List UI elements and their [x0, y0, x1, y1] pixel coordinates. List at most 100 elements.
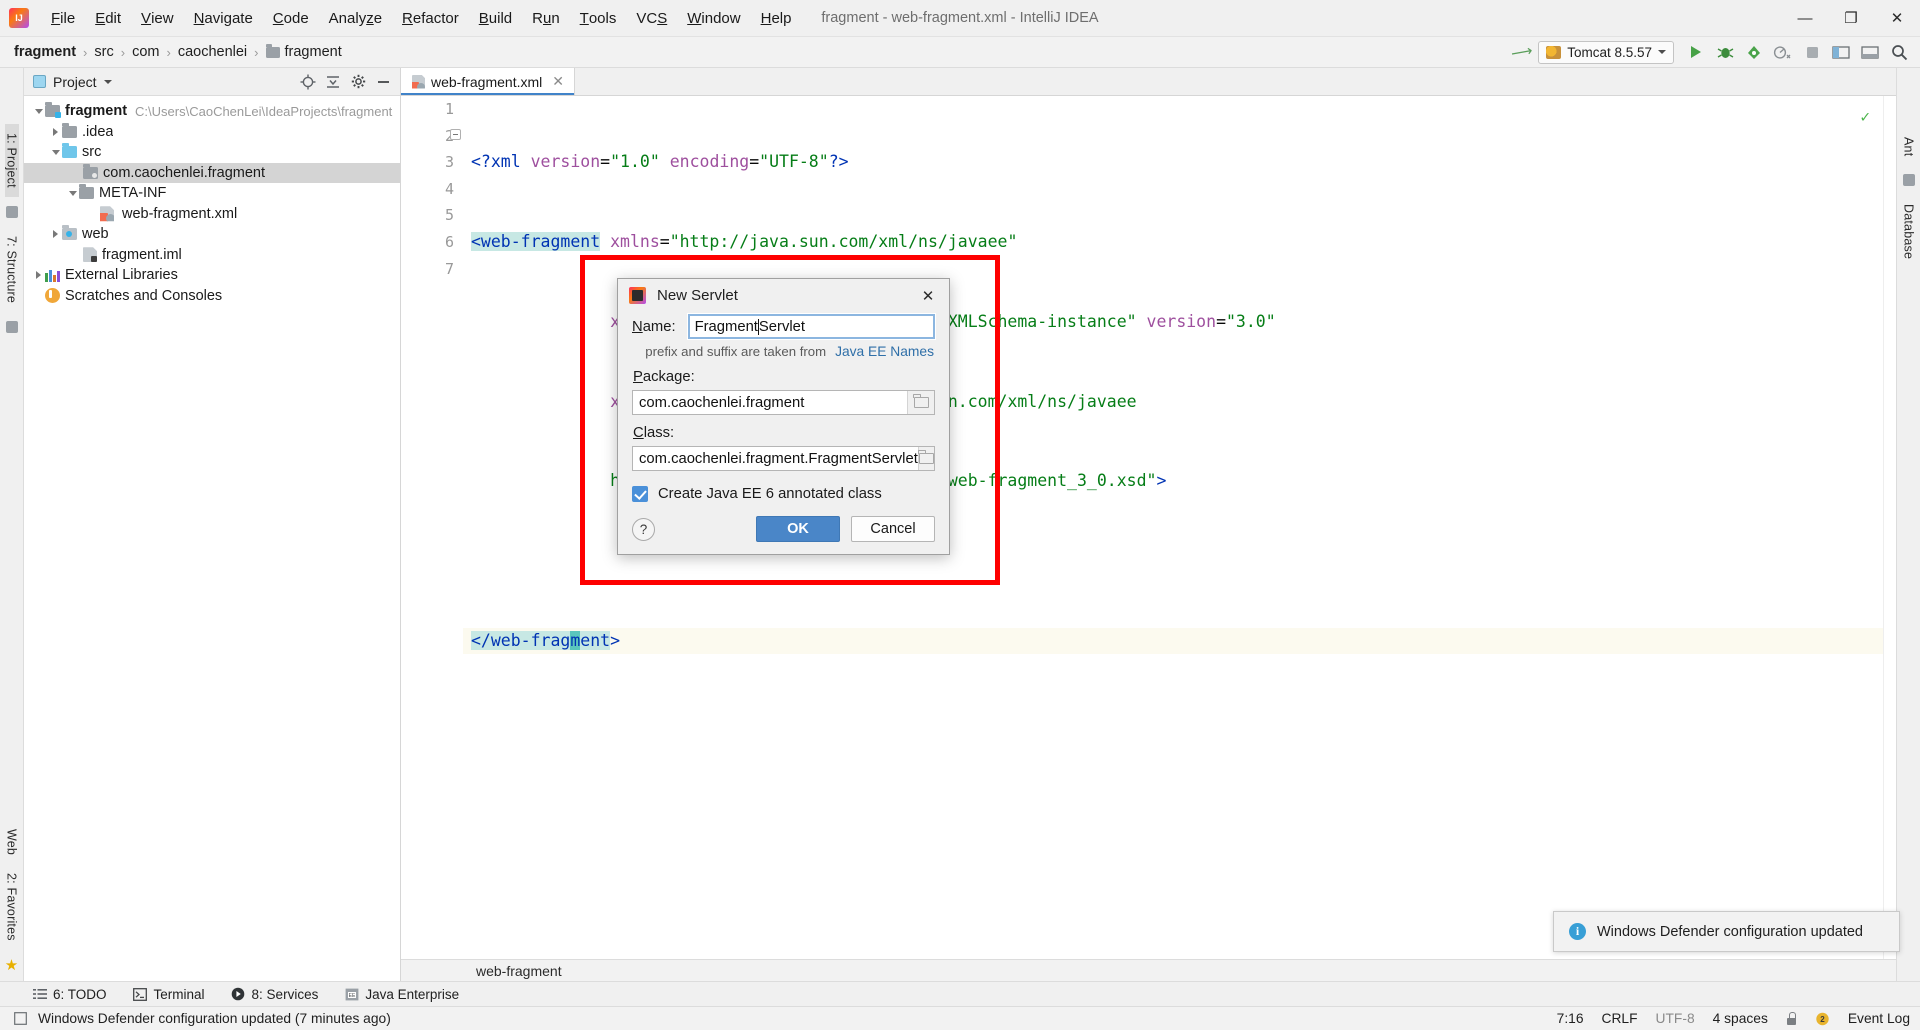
lock-icon[interactable] — [1786, 1012, 1797, 1025]
chevron-down-icon[interactable] — [103, 79, 112, 84]
dialog-close-icon[interactable]: ✕ — [915, 284, 941, 308]
line-separator[interactable]: CRLF — [1602, 1011, 1638, 1026]
rail-icon-extra[interactable] — [5, 320, 18, 333]
annotated-class-checkbox-row[interactable]: Create Java EE 6 annotated class — [632, 486, 935, 502]
menu-tools[interactable]: Tools — [570, 0, 627, 36]
minimize-button[interactable]: — — [1782, 0, 1828, 36]
tree-row-external-libraries[interactable]: External Libraries — [24, 265, 400, 286]
run-with-coverage-button[interactable] — [1741, 40, 1767, 64]
twisty-down-icon[interactable] — [32, 108, 45, 114]
tree-row-fragment-iml[interactable]: fragment.iml — [24, 245, 400, 266]
tool-window-java-enterprise[interactable]: EE Java Enterprise — [344, 987, 459, 1002]
rail-tab-web[interactable]: Web — [5, 820, 19, 864]
editor-tab-web-fragment-xml[interactable]: web-fragment.xml ✕ — [401, 68, 575, 95]
twisty-right-icon[interactable] — [49, 230, 62, 239]
gear-icon[interactable] — [350, 74, 366, 90]
tool-window-java-enterprise-label: Java Enterprise — [365, 986, 460, 1002]
tree-row-src[interactable]: src — [24, 142, 400, 163]
help-button[interactable]: ? — [632, 517, 655, 541]
notification-balloon[interactable]: Windows Defender configuration updated — [1553, 911, 1900, 952]
annotated-class-label: Create Java EE 6 annotated class — [658, 486, 882, 502]
rail-tab-database[interactable]: Database — [1902, 195, 1916, 268]
close-button[interactable]: ✕ — [1874, 0, 1920, 36]
menu-file[interactable]: File — [41, 0, 85, 36]
class-browse-button[interactable] — [917, 447, 934, 470]
tool-window-services[interactable]: 8: Services — [231, 987, 318, 1002]
stop-button[interactable] — [1799, 40, 1825, 64]
menu-refactor[interactable]: Refactor — [392, 0, 469, 36]
tree-row-scratches[interactable]: Scratches and Consoles — [24, 286, 400, 307]
tree-row-meta-inf[interactable]: META-INF — [24, 183, 400, 204]
rail-tab-ant[interactable]: Ant — [1902, 128, 1916, 165]
menu-analyze[interactable]: Analy z e — [319, 0, 392, 36]
twisty-right-icon[interactable] — [32, 271, 45, 280]
breadcrumb-item-1[interactable]: src — [94, 44, 113, 60]
debug-button[interactable] — [1712, 40, 1738, 64]
menu-build[interactable]: Build — [469, 0, 522, 36]
tool-window-terminal[interactable]: Terminal — [133, 987, 205, 1002]
menu-view[interactable]: View — [131, 0, 184, 36]
navigation-bar: fragment › src › com › caochenlei › frag… — [0, 37, 1920, 68]
tree-row-idea[interactable]: .idea — [24, 122, 400, 143]
ok-button[interactable]: OK — [756, 516, 840, 542]
package-input[interactable]: com.caochenlei.fragment — [632, 390, 935, 415]
close-icon[interactable]: ✕ — [552, 73, 564, 90]
twisty-right-icon[interactable] — [49, 127, 62, 136]
rail-tab-favorites[interactable]: 2: Favorites — [5, 864, 19, 950]
run-configuration-selector[interactable]: Tomcat 8.5.57 — [1538, 40, 1674, 64]
update-project-icon[interactable]: ⟶ — [1509, 40, 1535, 64]
layout-toggle-2-icon[interactable] — [1857, 40, 1883, 64]
tree-row-fragment[interactable]: fragment C:\Users\CaoChenLei\IdeaProject… — [24, 101, 400, 122]
breadcrumb-item-4[interactable]: fragment — [265, 43, 342, 60]
breadcrumb-item-2[interactable]: com — [132, 44, 159, 60]
name-input[interactable]: Fragment Servlet — [686, 313, 937, 340]
rail-icon-structure-top[interactable] — [5, 205, 18, 218]
hide-panel-icon[interactable] — [375, 74, 391, 90]
tree-label: web — [82, 226, 109, 243]
code-fold-toggle[interactable] — [450, 129, 461, 140]
tomcat-icon — [1546, 45, 1562, 59]
status-message[interactable]: Windows Defender configuration updated (… — [38, 1011, 391, 1026]
annotated-class-checkbox[interactable] — [632, 486, 648, 502]
menu-file-rest: ile — [60, 9, 76, 27]
tree-row-web-fragment-xml[interactable]: web-fragment.xml — [24, 204, 400, 225]
rail-tab-project[interactable]: 1: Project — [4, 124, 19, 197]
editor-marker-strip[interactable] — [1883, 96, 1896, 959]
event-log-label[interactable]: Event Log — [1848, 1011, 1910, 1026]
breadcrumb-item-3[interactable]: caochenlei — [178, 44, 247, 60]
rail-icon-right[interactable] — [1902, 174, 1915, 187]
twisty-down-icon[interactable] — [49, 149, 62, 155]
menu-run[interactable]: Run — [522, 0, 570, 36]
cancel-button[interactable]: Cancel — [851, 516, 935, 542]
run-button[interactable] — [1683, 40, 1709, 64]
layout-toggle-icon[interactable] — [1828, 40, 1854, 64]
java-ee-names-link[interactable]: Java EE Names — [835, 344, 934, 359]
menu-vcs[interactable]: VC S — [626, 0, 677, 36]
indent-setting[interactable]: 4 spaces — [1713, 1011, 1768, 1026]
menu-code[interactable]: Code — [263, 0, 319, 36]
search-everywhere-icon[interactable] — [1886, 40, 1912, 64]
line-number: 7 — [444, 259, 454, 278]
menu-navigate[interactable]: Navigate — [184, 0, 263, 36]
menu-window[interactable]: Window — [677, 0, 750, 36]
package-browse-button[interactable] — [907, 391, 934, 414]
editor-breadcrumb[interactable]: web-fragment — [476, 963, 562, 979]
tree-row-web[interactable]: web — [24, 224, 400, 245]
menu-help[interactable]: Help — [751, 0, 802, 36]
event-log-badge[interactable]: 2 — [1815, 1012, 1830, 1026]
caret-position[interactable]: 7:16 — [1557, 1011, 1584, 1026]
collapse-all-icon[interactable] — [325, 74, 341, 90]
breadcrumb-item-0[interactable]: fragment — [14, 44, 76, 60]
menu-edit[interactable]: Edit — [85, 0, 131, 36]
svg-text:EE: EE — [348, 993, 355, 999]
class-input[interactable]: com.caochenlei.fragment.FragmentServlet — [632, 446, 935, 471]
maximize-button[interactable]: ❐ — [1828, 0, 1874, 36]
profiler-button[interactable] — [1770, 40, 1796, 64]
locate-target-icon[interactable] — [300, 74, 316, 90]
rail-tab-structure[interactable]: 7: Structure — [5, 227, 19, 312]
twisty-down-icon[interactable] — [66, 190, 79, 196]
breadcrumb-sep: › — [83, 44, 88, 60]
file-encoding[interactable]: UTF-8 — [1656, 1011, 1695, 1026]
tool-window-todo[interactable]: 6: TODO — [32, 987, 107, 1002]
tree-row-package[interactable]: com.caochenlei.fragment — [24, 162, 400, 183]
